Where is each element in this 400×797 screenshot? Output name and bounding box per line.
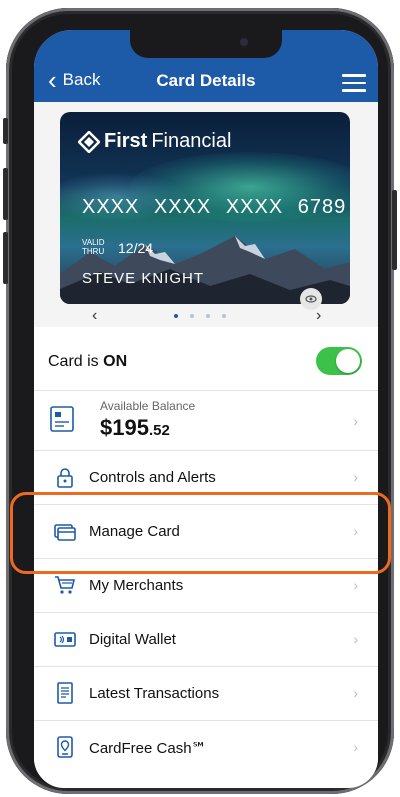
page-title: Card Details	[156, 71, 256, 90]
bank-logo: First Financial	[78, 130, 231, 153]
lock-icon	[57, 468, 73, 488]
chevron-right-icon: ›	[353, 631, 358, 647]
brand-name-light: Financial	[151, 130, 232, 152]
notch	[130, 30, 282, 58]
carousel-prev-button[interactable]: ‹	[92, 307, 97, 325]
receipt-icon	[57, 682, 73, 704]
carousel-dot[interactable]	[206, 314, 210, 318]
diamond-logo-icon	[78, 130, 100, 153]
phone-screen: ‹ Back Card Details First Financial XXXX…	[34, 30, 378, 788]
carousel-dot[interactable]	[190, 314, 194, 318]
camera	[240, 38, 248, 46]
hamburger-menu-icon[interactable]	[342, 74, 366, 92]
menu-item-label: CardFree Cash℠	[89, 740, 207, 757]
card-chip-icon	[50, 406, 74, 432]
wallet-icon	[54, 632, 76, 647]
card-status-value: ON	[103, 353, 128, 370]
debit-card-image[interactable]: First Financial XXXX XXXX XXXX 6789 VALID…	[60, 112, 350, 304]
menu-item-label: Digital Wallet	[89, 631, 176, 648]
card-on-toggle[interactable]	[316, 347, 362, 375]
chevron-right-icon: ›	[353, 739, 358, 755]
card-carousel[interactable]: First Financial XXXX XXXX XXXX 6789 VALID…	[34, 102, 378, 327]
carousel-dot[interactable]	[222, 314, 226, 318]
card-holder-name: STEVE KNIGHT	[82, 270, 205, 287]
chevron-right-icon: ›	[353, 469, 358, 485]
chevron-right-icon: ›	[353, 685, 358, 701]
valid-thru-label: VALID THRU	[82, 238, 105, 256]
volume-up-button	[3, 168, 8, 220]
location-pin-icon	[57, 736, 73, 758]
card-expiry: 12/24	[118, 240, 154, 256]
volume-down-button	[3, 232, 8, 284]
card-status-row: Card is ON	[34, 340, 378, 384]
available-balance-row[interactable]: Available Balance $195.52 ›	[34, 390, 378, 450]
carousel-next-button[interactable]: ›	[316, 307, 321, 325]
manage-card-highlight-outline	[10, 492, 391, 574]
available-balance-amount: $195.52	[100, 415, 170, 440]
carousel-dot[interactable]	[174, 314, 178, 318]
power-button	[392, 190, 397, 270]
card-status-label: Card is ON	[48, 353, 128, 370]
carousel-dots	[174, 314, 226, 318]
chevron-right-icon: ›	[353, 413, 358, 429]
menu-item-cardfree-cash[interactable]: CardFree Cash℠ ›	[34, 720, 378, 774]
menu-item-label: My Merchants	[89, 577, 184, 594]
brand-name-bold: First	[104, 130, 148, 152]
menu-item-label: Latest Transactions	[89, 685, 220, 702]
card-number: XXXX XXXX XXXX 6789	[82, 196, 347, 218]
available-balance-label: Available Balance	[100, 399, 196, 413]
menu-item-latest-transactions[interactable]: Latest Transactions ›	[34, 666, 378, 720]
menu-item-digital-wallet[interactable]: Digital Wallet ›	[34, 612, 378, 666]
chevron-right-icon: ›	[353, 577, 358, 593]
mute-switch	[3, 118, 8, 144]
menu-item-label: Controls and Alerts	[89, 469, 216, 486]
cart-icon	[55, 576, 76, 594]
